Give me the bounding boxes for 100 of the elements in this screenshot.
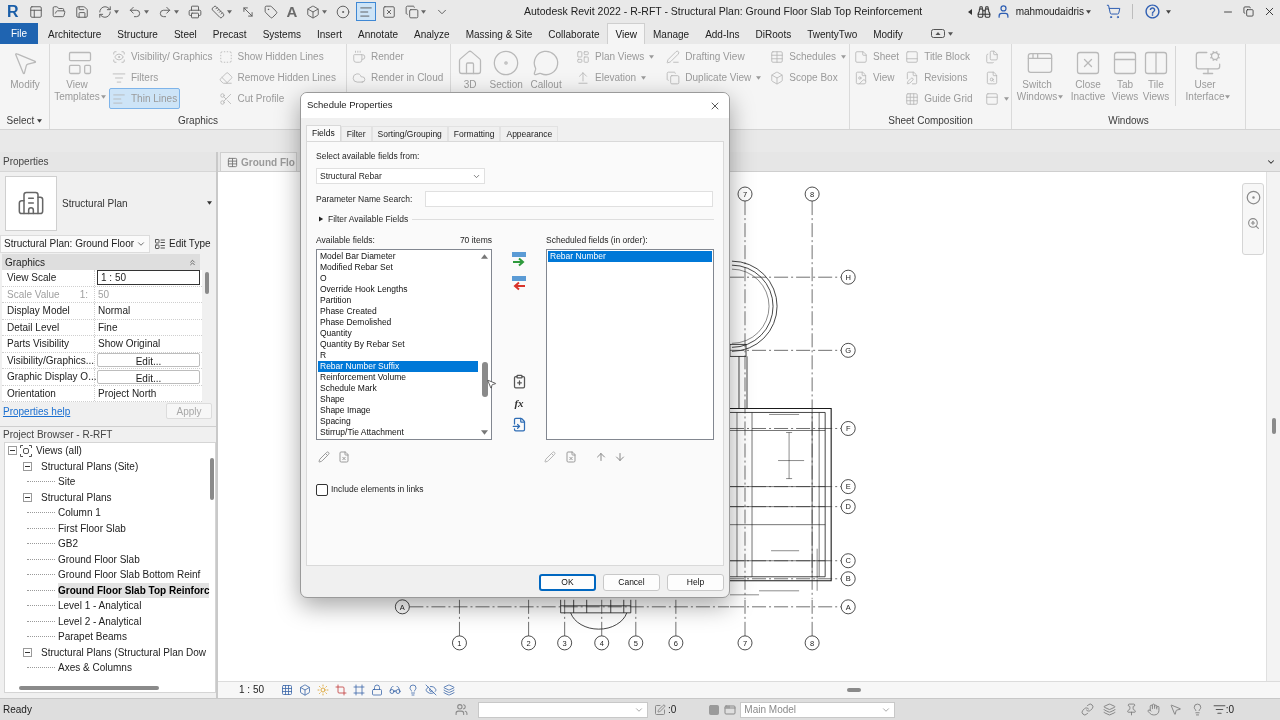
cursor-icon[interactable] [1168, 703, 1182, 716]
list-item[interactable]: Rebar Number [548, 251, 712, 262]
dialog-button[interactable]: Help [667, 574, 724, 591]
edit-icon[interactable] [654, 703, 666, 716]
edit-button[interactable]: Edit... [97, 369, 200, 384]
list-item[interactable]: Stirrup/Tie Attachment [318, 427, 478, 438]
help-icon[interactable] [1144, 3, 1161, 20]
ribbon-tab[interactable]: DiRoots [747, 23, 800, 44]
caret-icon[interactable] [207, 201, 212, 205]
tree-item[interactable]: GB2 [58, 536, 78, 552]
file-x-icon[interactable] [338, 450, 350, 463]
clipboard-plus-icon[interactable] [511, 374, 527, 389]
restore-icon[interactable] [1243, 6, 1254, 17]
ribbon-tab[interactable]: Add-Ins [697, 23, 748, 44]
user-menu[interactable]: mahmoudaidris [1015, 4, 1091, 19]
layers-icon[interactable] [1102, 703, 1116, 716]
lightbulb-icon[interactable] [407, 684, 419, 696]
caret-icon[interactable] [173, 9, 179, 14]
caret-icon[interactable] [113, 9, 119, 14]
cart-icon[interactable] [1106, 4, 1121, 19]
dialog-button[interactable]: Cancel [603, 574, 660, 591]
dialog-tab[interactable]: Fields [306, 125, 341, 141]
ribbon-tab[interactable]: Analyze [406, 23, 458, 44]
up-arrow-icon[interactable] [595, 450, 607, 463]
frame-icon[interactable] [353, 684, 365, 696]
scroll-up-icon[interactable] [481, 254, 488, 259]
caret-icon[interactable] [322, 9, 328, 14]
parameter-search-field[interactable] [425, 191, 713, 207]
checkbox[interactable] [316, 483, 328, 496]
tree-item[interactable]: Ground Floor Slab [58, 551, 140, 567]
pin-icon[interactable] [1124, 703, 1138, 716]
edit-type-button[interactable]: Edit Type [154, 236, 211, 251]
list-item[interactable]: Override Hook Lengths [318, 284, 478, 295]
ribbon-tab[interactable]: Collaborate [540, 23, 608, 44]
section-header[interactable]: Graphics [2, 254, 200, 270]
list-item[interactable]: Schedule Mark [318, 383, 478, 394]
ribbon-tab[interactable]: Structure [109, 23, 166, 44]
grid-icon[interactable] [281, 684, 293, 696]
filter-icon[interactable] [1212, 703, 1226, 716]
list-item[interactable]: Shape Image [318, 405, 478, 416]
scrollbar-thumb[interactable] [210, 458, 215, 500]
window-icon[interactable] [724, 703, 737, 716]
ribbon-tab[interactable]: View [607, 23, 645, 44]
pencil-icon[interactable] [318, 450, 330, 463]
scroll-down-icon[interactable] [481, 430, 488, 435]
file-menu-button[interactable]: File [0, 23, 38, 44]
list-item[interactable]: Phase Created [318, 306, 478, 317]
dialog-tab[interactable]: Sorting/Grouping [371, 126, 448, 141]
left-triangle-icon[interactable] [967, 8, 972, 15]
tree-item[interactable]: Column 1 [58, 505, 101, 521]
caret-icon[interactable] [1086, 9, 1091, 14]
layers-icon[interactable] [443, 684, 455, 696]
ribbon-tab[interactable]: Modify [865, 23, 911, 44]
list-item[interactable]: Spacing [318, 416, 478, 427]
list-item[interactable]: Quantity [318, 328, 478, 339]
scrollbar-thumb[interactable] [205, 272, 209, 294]
close-icon[interactable] [1263, 5, 1276, 18]
filter-expander[interactable]: Filter Available Fields [316, 212, 409, 226]
tree-item[interactable]: Level 2 - Analytical [58, 613, 142, 629]
scrollbar-thumb[interactable] [847, 688, 861, 692]
ribbon-tab[interactable]: Insert [309, 23, 350, 44]
scrollbar-thumb[interactable] [481, 362, 488, 397]
ribbon-tab[interactable]: Steel [165, 23, 205, 44]
scrollbar-thumb[interactable] [1271, 418, 1276, 434]
ribbon-tab[interactable]: Architecture [40, 23, 110, 44]
caret-icon[interactable] [143, 9, 149, 14]
file-x-icon[interactable] [565, 450, 577, 463]
minus-box-icon[interactable] [8, 446, 17, 456]
glasses-icon[interactable] [389, 684, 401, 696]
view-scale[interactable]: 1 : 50 [239, 682, 281, 698]
list-item[interactable]: O [318, 273, 478, 284]
dialog-button[interactable]: OK [539, 574, 596, 591]
list-item[interactable]: Phase Demolished [318, 317, 478, 328]
minus-box-icon[interactable] [23, 461, 32, 471]
type-selector[interactable]: Structural Plan [0, 172, 216, 234]
minus-box-icon[interactable] [23, 492, 32, 502]
square-icon[interactable] [708, 703, 721, 716]
ribbon-tab[interactable]: Precast [204, 23, 255, 44]
eye-off-icon[interactable] [425, 684, 437, 696]
hand-icon[interactable] [1146, 703, 1160, 716]
tree-item[interactable]: Ground Floor Slab Top Reinforc [58, 582, 210, 598]
list-item[interactable]: Modified Rebar Set [318, 262, 478, 273]
edit-button[interactable]: Edit... [97, 353, 200, 368]
tree-item[interactable]: Level 1 - Analytical [58, 598, 142, 614]
tree-item[interactable]: Structural Plans (Site) [41, 458, 139, 474]
toolbar-button[interactable] [356, 2, 377, 21]
instance-dropdown[interactable]: Structural Plan: Ground Floor [0, 234, 150, 253]
ribbon-tab[interactable]: Massing & Site [457, 23, 541, 44]
panel-toggle-icon[interactable] [930, 29, 945, 38]
ribbon-tab[interactable]: TwentyTwo [799, 23, 866, 44]
app-logo[interactable]: R [7, 3, 19, 20]
cube-icon[interactable] [299, 684, 311, 696]
tree-item[interactable]: Parapet Beams [58, 629, 127, 645]
caret-icon[interactable] [1166, 9, 1171, 14]
caret-icon[interactable] [226, 9, 232, 14]
list-item[interactable]: Model Bar Diameter [318, 251, 478, 262]
circle-dot-icon[interactable] [1245, 190, 1261, 205]
tree-item[interactable]: Axes & Columns [58, 660, 132, 676]
scrollbar-thumb[interactable] [19, 685, 159, 690]
ribbon-tab[interactable]: Annotate [350, 23, 407, 44]
